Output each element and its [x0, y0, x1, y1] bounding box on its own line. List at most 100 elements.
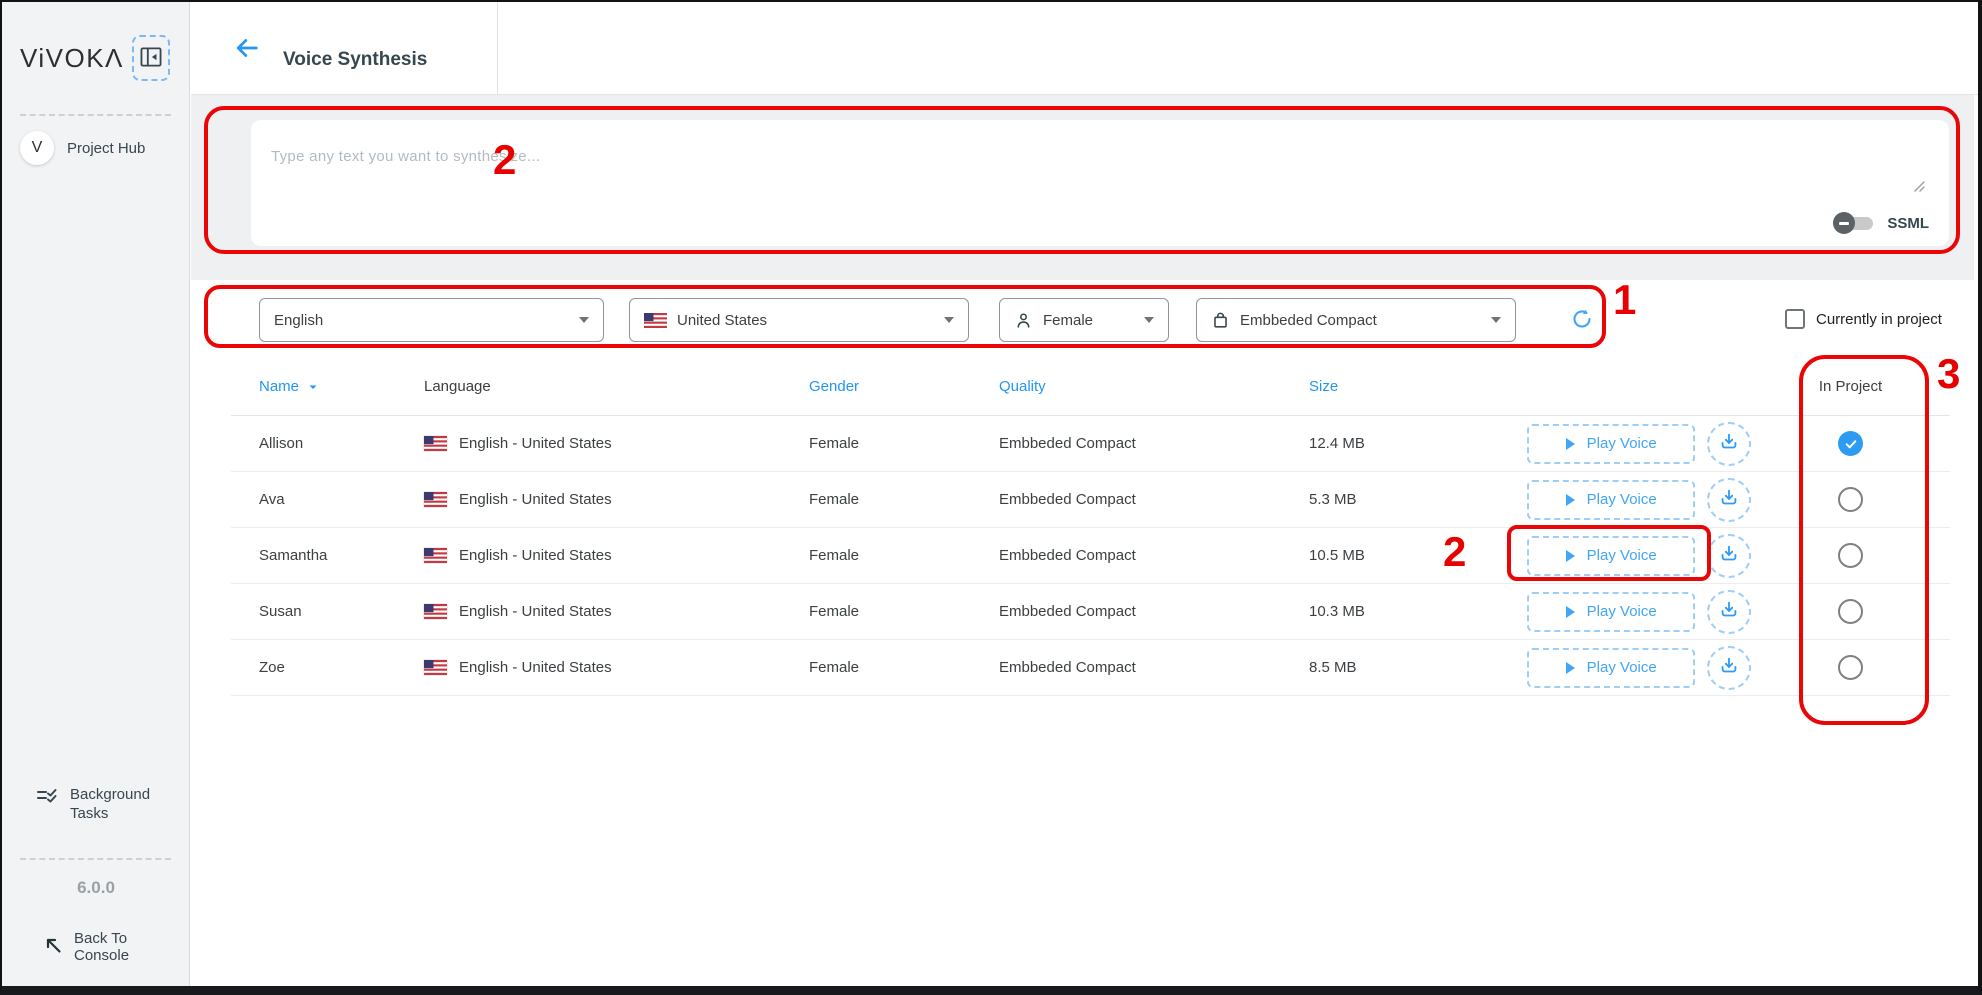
voice-gender: Female: [809, 603, 999, 620]
chevron-down-icon: [944, 317, 954, 323]
sidebar-item-back-to-console[interactable]: Back To Console: [44, 930, 184, 964]
toggle-knob-minus-icon: [1833, 212, 1855, 234]
voice-language: English - United States: [459, 435, 612, 452]
back-button[interactable]: [233, 34, 261, 62]
header-divider: [497, 2, 498, 94]
play-voice-button[interactable]: Play Voice: [1527, 480, 1695, 520]
table-row: Ava English - United States Female Embbe…: [231, 472, 1950, 528]
voice-gender: Female: [809, 547, 999, 564]
column-header-quality[interactable]: Quality: [999, 378, 1309, 395]
us-flag-icon: [644, 313, 667, 328]
filter-bar: English United States: [191, 298, 1974, 342]
sidebar-item-project-hub[interactable]: V Project Hub: [20, 112, 180, 184]
voices-table: Name Language Gender Quality Size In Pro…: [231, 358, 1950, 696]
chevron-down-icon: [579, 317, 589, 323]
main-content: SSML English: [191, 95, 1974, 977]
app-window: ViVOKΛ V Project Hub: [0, 0, 1982, 995]
voice-name: Allison: [259, 435, 424, 452]
voice-language: English - United States: [459, 547, 612, 564]
north-west-arrow-icon: [44, 936, 62, 958]
language-dropdown[interactable]: English: [259, 298, 604, 342]
voice-gender: Female: [809, 435, 999, 452]
play-voice-button[interactable]: Play Voice: [1527, 648, 1695, 688]
play-icon: [1566, 662, 1575, 674]
version-label: 6.0.0: [2, 878, 190, 898]
vivoka-logo: ViVOKΛ: [20, 43, 124, 74]
column-header-size[interactable]: Size: [1309, 378, 1527, 395]
table-header-row: Name Language Gender Quality Size In Pro…: [231, 358, 1950, 416]
column-header-language[interactable]: Language: [424, 378, 809, 395]
voice-quality: Embbeded Compact: [999, 491, 1309, 508]
play-icon: [1566, 550, 1575, 562]
voice-name: Ava: [259, 491, 424, 508]
project-hub-label: Project Hub: [67, 140, 145, 157]
play-icon: [1566, 438, 1575, 450]
download-button[interactable]: [1707, 590, 1751, 634]
checkbox-unchecked-icon[interactable]: [1785, 309, 1805, 329]
sidebar-collapse-button[interactable]: [132, 35, 170, 81]
download-icon: [1718, 487, 1740, 512]
play-voice-button[interactable]: Play Voice: [1527, 536, 1695, 576]
table-row: Samantha English - United States Female …: [231, 528, 1950, 584]
play-voice-button[interactable]: Play Voice: [1527, 592, 1695, 632]
download-button[interactable]: [1707, 422, 1751, 466]
chevron-down-icon: [1491, 317, 1501, 323]
back-arrow-icon: [233, 50, 261, 65]
collapse-panel-icon: [140, 47, 162, 70]
us-flag-icon: [424, 436, 447, 451]
download-icon: [1718, 431, 1740, 456]
sidebar: ViVOKΛ V Project Hub: [2, 2, 190, 986]
download-button[interactable]: [1707, 646, 1751, 690]
voice-name: Samantha: [259, 547, 424, 564]
back-to-console-label: Back To Console: [74, 930, 184, 964]
in-project-radio[interactable]: [1838, 599, 1863, 624]
download-icon: [1718, 599, 1740, 624]
synthesis-text-input[interactable]: [251, 120, 1949, 200]
in-project-radio[interactable]: [1838, 431, 1863, 456]
composer-section: SSML: [191, 95, 1974, 280]
voice-size: 5.3 MB: [1309, 491, 1527, 508]
ssml-toggle[interactable]: [1837, 212, 1873, 234]
table-row: Allison English - United States Female E…: [231, 416, 1950, 472]
gender-dropdown[interactable]: Female: [999, 298, 1169, 342]
voice-gender: Female: [809, 659, 999, 676]
us-flag-icon: [424, 604, 447, 619]
ssml-label: SSML: [1887, 215, 1929, 232]
chevron-down-icon: [1144, 317, 1154, 323]
country-dropdown[interactable]: United States: [629, 298, 969, 342]
us-flag-icon: [424, 492, 447, 507]
project-hub-icon: V: [20, 131, 54, 165]
refresh-button[interactable]: [1560, 298, 1604, 342]
table-row: Susan English - United States Female Emb…: [231, 584, 1950, 640]
quality-dropdown-value: Embbeded Compact: [1240, 312, 1481, 329]
voice-quality: Embbeded Compact: [999, 547, 1309, 564]
voice-size: 8.5 MB: [1309, 659, 1527, 676]
page-header: Voice Synthesis: [191, 2, 1978, 95]
person-icon: [1014, 311, 1033, 330]
sort-descending-icon: [306, 380, 320, 394]
in-project-radio[interactable]: [1838, 487, 1863, 512]
download-icon: [1718, 655, 1740, 680]
background-tasks-label: Background Tasks: [70, 785, 176, 823]
download-button[interactable]: [1707, 534, 1751, 578]
voice-gender: Female: [809, 491, 999, 508]
download-button[interactable]: [1707, 478, 1751, 522]
resize-grip-icon[interactable]: [1911, 178, 1925, 197]
in-project-radio[interactable]: [1838, 543, 1863, 568]
bag-icon: [1211, 311, 1230, 330]
currently-in-project-filter[interactable]: Currently in project: [1785, 309, 1942, 329]
column-header-name[interactable]: Name: [259, 378, 424, 395]
play-voice-button[interactable]: Play Voice: [1527, 424, 1695, 464]
column-header-gender[interactable]: Gender: [809, 378, 999, 395]
in-project-radio[interactable]: [1838, 655, 1863, 680]
country-dropdown-value: United States: [677, 312, 934, 329]
sidebar-divider: [20, 858, 171, 860]
voice-language: English - United States: [459, 659, 612, 676]
page-title: Voice Synthesis: [283, 49, 427, 71]
sidebar-item-background-tasks[interactable]: Background Tasks: [36, 785, 176, 823]
quality-dropdown[interactable]: Embbeded Compact: [1196, 298, 1516, 342]
currently-in-project-label: Currently in project: [1816, 311, 1942, 328]
voice-language: English - United States: [459, 491, 612, 508]
voice-name: Susan: [259, 603, 424, 620]
refresh-icon: [1570, 307, 1594, 334]
